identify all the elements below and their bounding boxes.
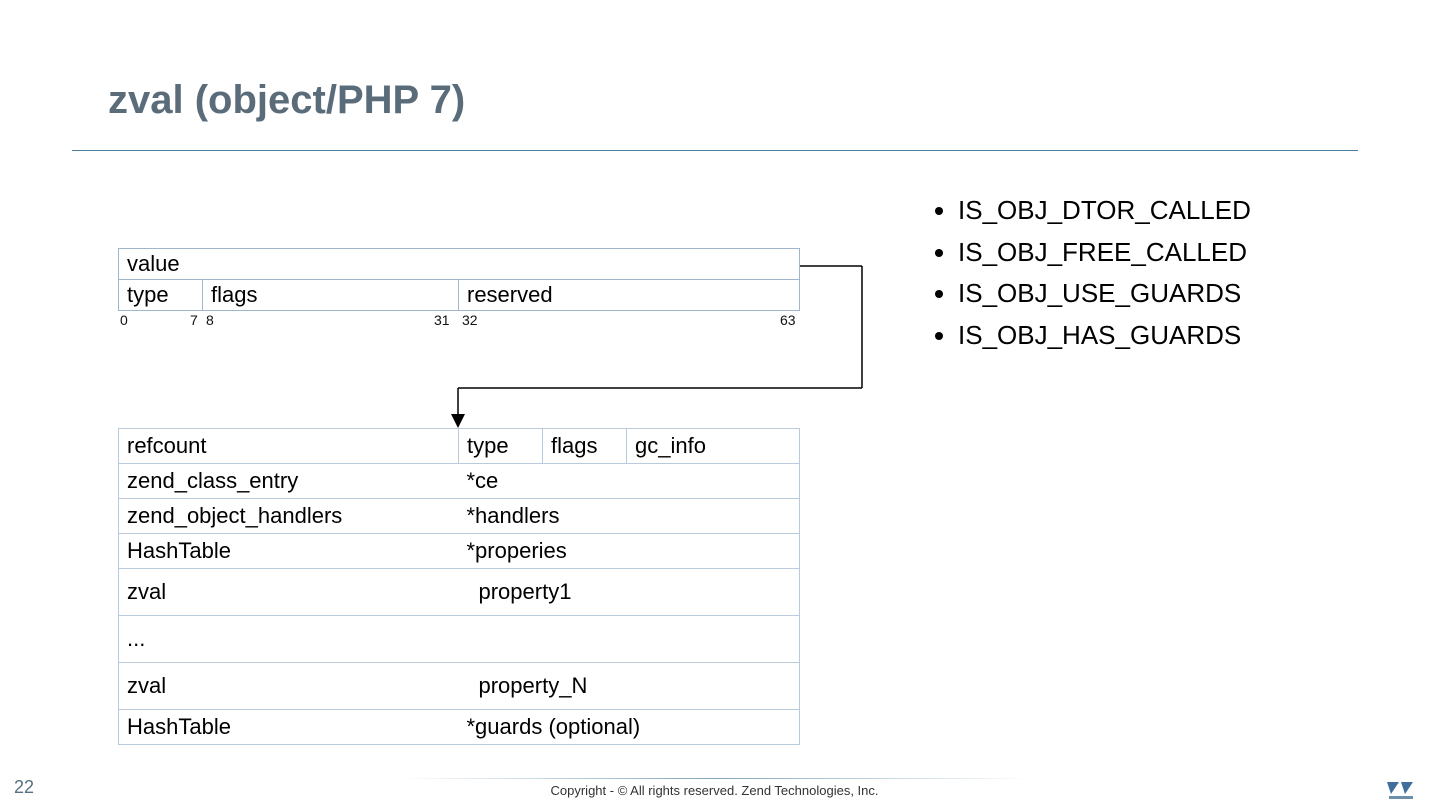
- obj-row: zend_class_entry *ce: [119, 464, 800, 499]
- footer-divider: [400, 778, 1029, 780]
- obj-row: zval property1: [119, 569, 800, 616]
- flag-item: IS_OBJ_HAS_GUARDS: [958, 315, 1251, 357]
- obj-right: *ce: [459, 464, 800, 499]
- obj-right: *handlers: [459, 499, 800, 534]
- copyright-text: Copyright - © All rights reserved. Zend …: [0, 783, 1429, 798]
- obj-left: HashTable: [119, 534, 459, 569]
- obj-left: zval: [119, 663, 459, 710]
- obj-right: *guards (optional): [459, 710, 800, 745]
- obj-type-cell: type: [459, 429, 543, 464]
- bit-63: 63: [780, 312, 796, 328]
- bit-8: 8: [206, 312, 214, 328]
- obj-left: zend_class_entry: [119, 464, 459, 499]
- flag-item: IS_OBJ_DTOR_CALLED: [958, 190, 1251, 232]
- obj-right: *properies: [459, 534, 800, 569]
- bit-0: 0: [120, 312, 128, 328]
- bit-32: 32: [462, 312, 478, 328]
- obj-gcinfo-cell: gc_info: [627, 429, 800, 464]
- obj-left: ...: [119, 616, 459, 663]
- title-underline: [72, 150, 1358, 151]
- pointer-arrow: [0, 0, 900, 440]
- zval-type-cell: type: [119, 280, 203, 311]
- zval-reserved-cell: reserved: [459, 280, 800, 311]
- bit-7: 7: [190, 312, 198, 328]
- zend-logo-icon: [1387, 778, 1415, 802]
- obj-row: HashTable *properies: [119, 534, 800, 569]
- obj-left: HashTable: [119, 710, 459, 745]
- obj-right: property1: [459, 569, 800, 616]
- obj-right: property_N: [459, 663, 800, 710]
- zval-struct-table: value type flags reserved: [118, 248, 800, 311]
- object-flags-list: IS_OBJ_DTOR_CALLED IS_OBJ_FREE_CALLED IS…: [930, 190, 1251, 356]
- object-struct-table: refcount type flags gc_info zend_class_e…: [118, 428, 800, 745]
- obj-row: ...: [119, 616, 800, 663]
- obj-left: zend_object_handlers: [119, 499, 459, 534]
- obj-flags-cell: flags: [543, 429, 627, 464]
- bit-31: 31: [434, 312, 450, 328]
- obj-refcount-cell: refcount: [119, 429, 459, 464]
- obj-row: zend_object_handlers *handlers: [119, 499, 800, 534]
- obj-row: zval property_N: [119, 663, 800, 710]
- obj-row: HashTable *guards (optional): [119, 710, 800, 745]
- slide-title: zval (object/PHP 7): [108, 78, 465, 123]
- flag-item: IS_OBJ_FREE_CALLED: [958, 232, 1251, 274]
- zval-value-cell: value: [119, 249, 800, 280]
- obj-left: zval: [119, 569, 459, 616]
- obj-right: [459, 616, 800, 663]
- zval-flags-cell: flags: [203, 280, 459, 311]
- flag-item: IS_OBJ_USE_GUARDS: [958, 273, 1251, 315]
